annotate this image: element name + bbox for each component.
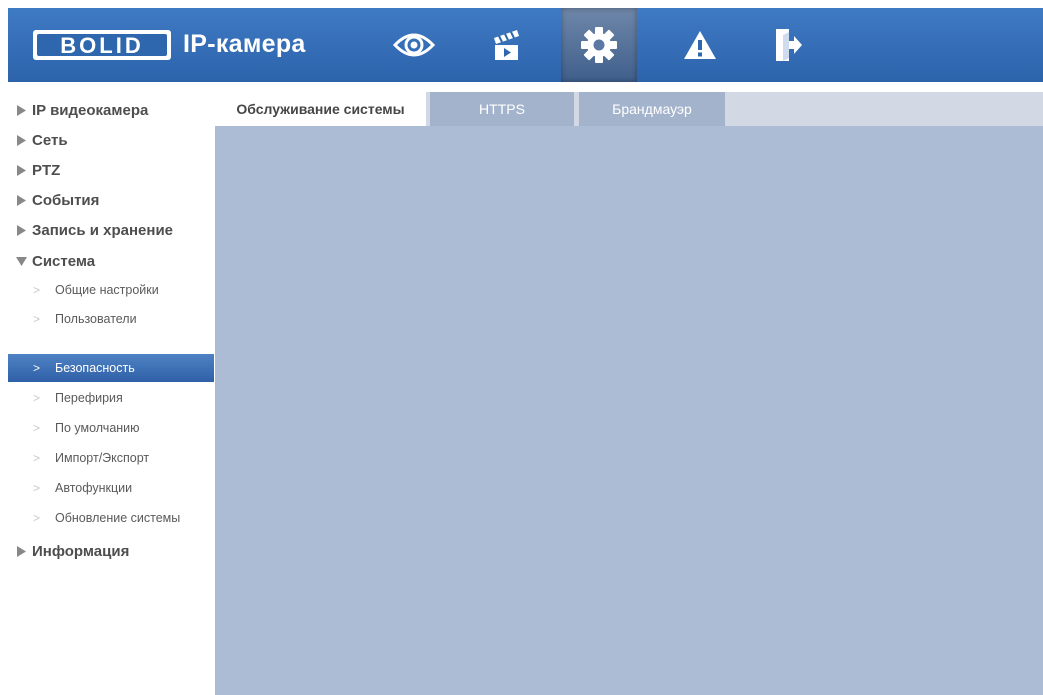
submenu-label: Импорт/Экспорт (55, 451, 150, 465)
gear-icon (581, 27, 617, 63)
submenu-label: По умолчанию (55, 421, 140, 435)
app-window: BOLID IP-камера IP видеокамера Сеть PTZ … (8, 8, 1043, 695)
svg-text:BOLID: BOLID (60, 33, 143, 58)
submenu-security[interactable]: > Безопасность (8, 354, 214, 382)
menu-label: Сеть (32, 131, 68, 149)
tab-https[interactable]: HTTPS (430, 92, 574, 126)
submenu-label: Обновление системы (55, 511, 181, 525)
triangle-right-icon (16, 194, 26, 206)
triangle-down-icon (15, 256, 27, 266)
submenu-label: Безопасность (55, 361, 135, 375)
submenu-label: Автофункции (55, 481, 133, 495)
menu-ptz[interactable]: PTZ (8, 155, 214, 185)
logout-icon (776, 29, 802, 61)
submenu-label: Перефирия (55, 391, 123, 405)
menu-events[interactable]: События (8, 185, 214, 215)
menu-label: IP видеокамера (32, 101, 149, 119)
chevron-right-icon: > (33, 361, 41, 375)
submenu-import-export[interactable]: > Импорт/Экспорт (8, 444, 214, 472)
triangle-right-icon (16, 134, 26, 146)
alarm-button[interactable] (662, 8, 738, 82)
menu-information[interactable]: Информация (8, 536, 214, 566)
menu-label: Запись и хранение (32, 221, 174, 239)
chevron-right-icon: > (33, 481, 41, 495)
triangle-right-icon (16, 224, 26, 236)
submenu-peripherals[interactable]: > Перефирия (8, 384, 214, 412)
sidebar-menu: IP видеокамера Сеть PTZ События Запись и… (8, 92, 214, 695)
chevron-right-icon: > (33, 391, 41, 405)
triangle-right-icon (16, 164, 26, 176)
submenu-defaults[interactable]: > По умолчанию (8, 414, 214, 442)
triangle-right-icon (16, 104, 26, 116)
eye-icon (393, 33, 435, 57)
top-header: BOLID IP-камера (8, 8, 1043, 82)
chevron-right-icon: > (33, 283, 41, 297)
bolid-logo: BOLID (33, 30, 171, 60)
menu-label: PTZ (32, 161, 61, 179)
submenu-label: Общие настройки (55, 283, 159, 297)
warning-icon (684, 31, 716, 59)
chevron-right-icon: > (33, 312, 41, 326)
menu-ip-camera[interactable]: IP видеокамера (8, 95, 214, 125)
brand-title: IP-камера (183, 30, 306, 58)
chevron-right-icon: > (33, 421, 41, 435)
menu-label: События (32, 191, 100, 209)
settings-button[interactable] (561, 8, 637, 82)
chevron-right-icon: > (33, 511, 41, 525)
tab-bar: Обслуживание системы HTTPS Брандмауэр (215, 92, 1043, 126)
submenu-system-update[interactable]: > Обновление системы (8, 504, 214, 532)
submenu-label: Пользователи (55, 312, 137, 326)
clapperboard-icon (494, 30, 519, 60)
logout-button[interactable] (750, 8, 826, 82)
menu-label: Информация (32, 542, 130, 560)
triangle-right-icon (16, 545, 26, 557)
playback-button[interactable] (468, 8, 544, 82)
content-panel (215, 126, 1043, 695)
submenu-auto-functions[interactable]: > Автофункции (8, 474, 214, 502)
menu-network[interactable]: Сеть (8, 125, 214, 155)
tab-system-maintenance[interactable]: Обслуживание системы (215, 92, 426, 126)
menu-recording-storage[interactable]: Запись и хранение (8, 215, 214, 245)
menu-label: Система (32, 252, 96, 270)
menu-system[interactable]: Система (8, 246, 214, 276)
tab-firewall[interactable]: Брандмауэр (579, 92, 725, 126)
live-view-button[interactable] (376, 8, 452, 82)
submenu-general-settings[interactable]: > Общие настройки (8, 276, 214, 304)
chevron-right-icon: > (33, 451, 41, 465)
submenu-users[interactable]: > Пользователи (8, 305, 214, 333)
